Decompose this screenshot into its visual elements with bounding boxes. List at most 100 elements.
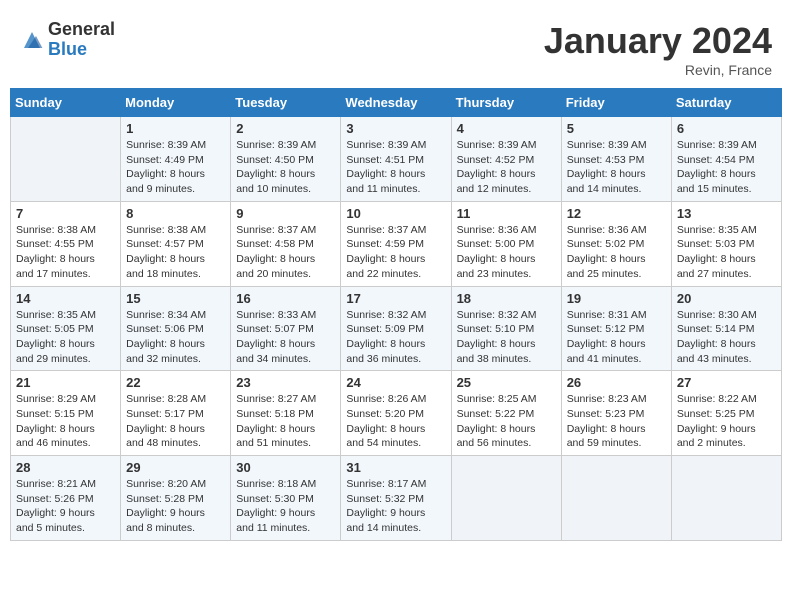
day-number: 16 — [236, 291, 335, 306]
calendar-cell: 25 Sunrise: 8:25 AMSunset: 5:22 PMDayligh… — [451, 371, 561, 456]
day-number: 11 — [457, 206, 556, 221]
day-info: Sunrise: 8:38 AMSunset: 4:57 PMDaylight:… — [126, 223, 225, 282]
calendar-cell: 23Sunrise: 8:27 AMSunset: 5:18 PMDayligh… — [231, 371, 341, 456]
day-number: 21 — [16, 375, 115, 390]
day-number: 4 — [457, 121, 556, 136]
day-info: Sunrise: 8:34 AMSunset: 5:06 PMDaylight:… — [126, 308, 225, 367]
calendar-cell: 29 Sunrise: 8:20 AMSunset: 5:28 PMDayligh… — [121, 456, 231, 541]
day-info: Sunrise: 8:35 AMSunset: 5:03 PMDaylight:… — [677, 223, 776, 282]
calendar-cell: 2 Sunrise: 8:39 AMSunset: 4:50 PMDaylight… — [231, 117, 341, 202]
day-number: 9 — [236, 206, 335, 221]
day-info: Sunrise: 8:20 AMSunset: 5:28 PMDaylight:… — [126, 477, 225, 536]
day-info: Sunrise: 8:39 AMSunset: 4:52 PMDaylight:… — [457, 138, 556, 197]
weekday-header-thursday: Thursday — [451, 89, 561, 117]
day-number: 10 — [346, 206, 445, 221]
calendar-cell: 1 Sunrise: 8:39 AMSunset: 4:49 PMDaylight… — [121, 117, 231, 202]
weekday-header-tuesday: Tuesday — [231, 89, 341, 117]
day-number: 12 — [567, 206, 666, 221]
logo-text: General Blue — [48, 20, 115, 60]
calendar-cell: 6Sunrise: 8:39 AMSunset: 4:54 PMDaylight… — [671, 117, 781, 202]
location: Revin, France — [544, 62, 772, 78]
calendar-table: SundayMondayTuesdayWednesdayThursdayFrid… — [10, 88, 782, 541]
calendar-cell: 11 Sunrise: 8:36 AMSunset: 5:00 PMDayligh… — [451, 201, 561, 286]
calendar-cell — [11, 117, 121, 202]
day-info: Sunrise: 8:21 AMSunset: 5:26 PMDaylight:… — [16, 477, 115, 536]
day-info: Sunrise: 8:29 AMSunset: 5:15 PMDaylight:… — [16, 392, 115, 451]
day-number: 1 — [126, 121, 225, 136]
calendar-cell: 7 Sunrise: 8:38 AMSunset: 4:55 PMDaylight… — [11, 201, 121, 286]
day-info: Sunrise: 8:37 AMSunset: 4:58 PMDaylight:… — [236, 223, 335, 282]
day-info: Sunrise: 8:38 AMSunset: 4:55 PMDaylight:… — [16, 223, 115, 282]
day-number: 24 — [346, 375, 445, 390]
day-info: Sunrise: 8:17 AMSunset: 5:32 PMDaylight:… — [346, 477, 445, 536]
calendar-cell: 3Sunrise: 8:39 AMSunset: 4:51 PMDaylight… — [341, 117, 451, 202]
day-number: 14 — [16, 291, 115, 306]
calendar-cell: 14Sunrise: 8:35 AMSunset: 5:05 PMDayligh… — [11, 286, 121, 371]
day-number: 25 — [457, 375, 556, 390]
day-number: 19 — [567, 291, 666, 306]
day-number: 23 — [236, 375, 335, 390]
day-info: Sunrise: 8:37 AMSunset: 4:59 PMDaylight:… — [346, 223, 445, 282]
title-area: January 2024 Revin, France — [544, 20, 772, 78]
day-number: 17 — [346, 291, 445, 306]
calendar-cell: 20Sunrise: 8:30 AMSunset: 5:14 PMDayligh… — [671, 286, 781, 371]
calendar-cell: 27Sunrise: 8:22 AMSunset: 5:25 PMDayligh… — [671, 371, 781, 456]
weekday-header-monday: Monday — [121, 89, 231, 117]
weekday-header-row: SundayMondayTuesdayWednesdayThursdayFrid… — [11, 89, 782, 117]
day-number: 2 — [236, 121, 335, 136]
calendar-cell: 26 Sunrise: 8:23 AMSunset: 5:23 PMDayligh… — [561, 371, 671, 456]
day-number: 28 — [16, 460, 115, 475]
calendar-cell — [561, 456, 671, 541]
page-header: General Blue January 2024 Revin, France — [10, 10, 782, 83]
calendar-cell: 31Sunrise: 8:17 AMSunset: 5:32 PMDayligh… — [341, 456, 451, 541]
calendar-cell: 22Sunrise: 8:28 AMSunset: 5:17 PMDayligh… — [121, 371, 231, 456]
day-number: 20 — [677, 291, 776, 306]
day-info: Sunrise: 8:39 AMSunset: 4:49 PMDaylight:… — [126, 138, 225, 197]
day-info: Sunrise: 8:39 AMSunset: 4:53 PMDaylight:… — [567, 138, 666, 197]
calendar-cell: 12 Sunrise: 8:36 AMSunset: 5:02 PMDayligh… — [561, 201, 671, 286]
calendar-cell: 21 Sunrise: 8:29 AMSunset: 5:15 PMDayligh… — [11, 371, 121, 456]
calendar-cell: 13Sunrise: 8:35 AMSunset: 5:03 PMDayligh… — [671, 201, 781, 286]
calendar-cell: 9 Sunrise: 8:37 AMSunset: 4:58 PMDaylight… — [231, 201, 341, 286]
month-title: January 2024 — [544, 20, 772, 62]
day-number: 7 — [16, 206, 115, 221]
calendar-cell — [451, 456, 561, 541]
day-info: Sunrise: 8:36 AMSunset: 5:00 PMDaylight:… — [457, 223, 556, 282]
weekday-header-friday: Friday — [561, 89, 671, 117]
day-info: Sunrise: 8:26 AMSunset: 5:20 PMDaylight:… — [346, 392, 445, 451]
day-info: Sunrise: 8:33 AMSunset: 5:07 PMDaylight:… — [236, 308, 335, 367]
calendar-cell: 8Sunrise: 8:38 AMSunset: 4:57 PMDaylight… — [121, 201, 231, 286]
day-info: Sunrise: 8:31 AMSunset: 5:12 PMDaylight:… — [567, 308, 666, 367]
day-info: Sunrise: 8:39 AMSunset: 4:54 PMDaylight:… — [677, 138, 776, 197]
calendar-cell: 16 Sunrise: 8:33 AMSunset: 5:07 PMDayligh… — [231, 286, 341, 371]
calendar-week-row: 1 Sunrise: 8:39 AMSunset: 4:49 PMDaylight… — [11, 117, 782, 202]
logo-blue-text: Blue — [48, 40, 115, 60]
day-info: Sunrise: 8:23 AMSunset: 5:23 PMDaylight:… — [567, 392, 666, 451]
calendar-cell: 4 Sunrise: 8:39 AMSunset: 4:52 PMDaylight… — [451, 117, 561, 202]
day-info: Sunrise: 8:36 AMSunset: 5:02 PMDaylight:… — [567, 223, 666, 282]
day-number: 27 — [677, 375, 776, 390]
calendar-week-row: 7 Sunrise: 8:38 AMSunset: 4:55 PMDaylight… — [11, 201, 782, 286]
weekday-header-sunday: Sunday — [11, 89, 121, 117]
weekday-header-wednesday: Wednesday — [341, 89, 451, 117]
day-number: 15 — [126, 291, 225, 306]
calendar-cell: 15 Sunrise: 8:34 AMSunset: 5:06 PMDayligh… — [121, 286, 231, 371]
calendar-cell: 17Sunrise: 8:32 AMSunset: 5:09 PMDayligh… — [341, 286, 451, 371]
day-number: 3 — [346, 121, 445, 136]
calendar-cell: 28 Sunrise: 8:21 AMSunset: 5:26 PMDayligh… — [11, 456, 121, 541]
calendar-cell: 10 Sunrise: 8:37 AMSunset: 4:59 PMDayligh… — [341, 201, 451, 286]
calendar-week-row: 14Sunrise: 8:35 AMSunset: 5:05 PMDayligh… — [11, 286, 782, 371]
calendar-week-row: 28 Sunrise: 8:21 AMSunset: 5:26 PMDayligh… — [11, 456, 782, 541]
logo-general: General — [48, 20, 115, 40]
calendar-cell: 19 Sunrise: 8:31 AMSunset: 5:12 PMDayligh… — [561, 286, 671, 371]
day-info: Sunrise: 8:39 AMSunset: 4:50 PMDaylight:… — [236, 138, 335, 197]
day-number: 26 — [567, 375, 666, 390]
weekday-header-saturday: Saturday — [671, 89, 781, 117]
calendar-cell: 5Sunrise: 8:39 AMSunset: 4:53 PMDaylight… — [561, 117, 671, 202]
day-number: 29 — [126, 460, 225, 475]
calendar-cell: 18Sunrise: 8:32 AMSunset: 5:10 PMDayligh… — [451, 286, 561, 371]
day-info: Sunrise: 8:25 AMSunset: 5:22 PMDaylight:… — [457, 392, 556, 451]
day-info: Sunrise: 8:32 AMSunset: 5:10 PMDaylight:… — [457, 308, 556, 367]
calendar-cell: 30Sunrise: 8:18 AMSunset: 5:30 PMDayligh… — [231, 456, 341, 541]
day-number: 22 — [126, 375, 225, 390]
